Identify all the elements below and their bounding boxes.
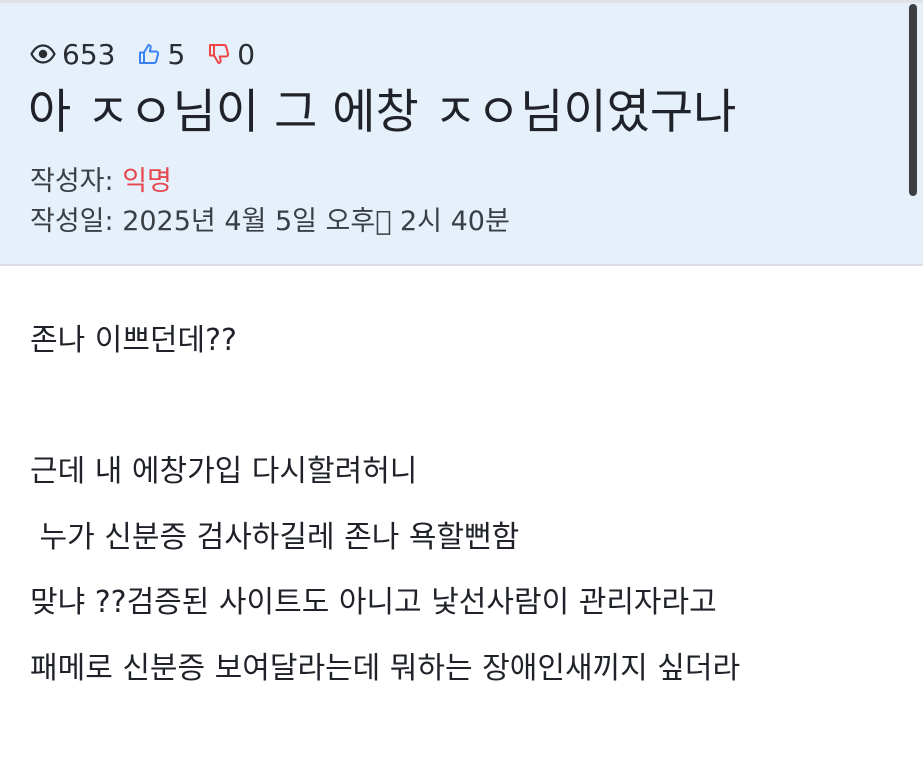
content-line: 근데 내 에창가입 다시할려허니	[30, 454, 418, 489]
post-page: 653 5 0 아 ㅈㅇ님이 그 에창 ㅈㅇ님이였구나 작성자: 익명 작성일:…	[0, 0, 923, 766]
dislike-count: 0	[237, 37, 256, 71]
post-date: 작성일: 2025년 4월 5일 오후  2시 40분	[30, 204, 510, 240]
content-line: 패메로 신분증 보여달라는데 뭐하는 장애인새끼지 싶더라	[30, 651, 741, 686]
post-header: 653 5 0 아 ㅈㅇ님이 그 에창 ㅈㅇ님이였구나 작성자: 익명 작성일:…	[0, 0, 923, 266]
view-count-value: 653	[62, 37, 116, 71]
like-button[interactable]: 5	[137, 38, 185, 71]
date-value: 2025년 4월 5일 오후  2시 40분	[122, 206, 510, 237]
post-stats: 653 5 0	[30, 36, 277, 72]
eye-icon	[30, 44, 56, 64]
author-name: 익명	[122, 166, 172, 197]
like-count: 5	[167, 37, 186, 71]
content-line: 존나 이쁘던데??	[30, 323, 237, 358]
dislike-button[interactable]: 0	[207, 38, 255, 71]
thumbs-up-icon	[137, 42, 161, 66]
view-count: 653	[30, 38, 115, 71]
date-label: 작성일:	[30, 206, 123, 237]
post-author: 작성자: 익명	[30, 164, 172, 200]
author-label: 작성자:	[30, 166, 123, 197]
scrollbar-thumb[interactable]	[909, 4, 917, 196]
thumbs-down-icon	[207, 42, 231, 66]
post-title: 아 ㅈㅇ님이 그 에창 ㅈㅇ님이였구나	[28, 85, 737, 140]
content-line: 누가 신분증 검사하길레 존나 욕할뻔함	[30, 520, 520, 555]
content-line: 맞냐 ??검증된 사이트도 아니고 낯선사람이 관리자라고	[30, 585, 717, 620]
